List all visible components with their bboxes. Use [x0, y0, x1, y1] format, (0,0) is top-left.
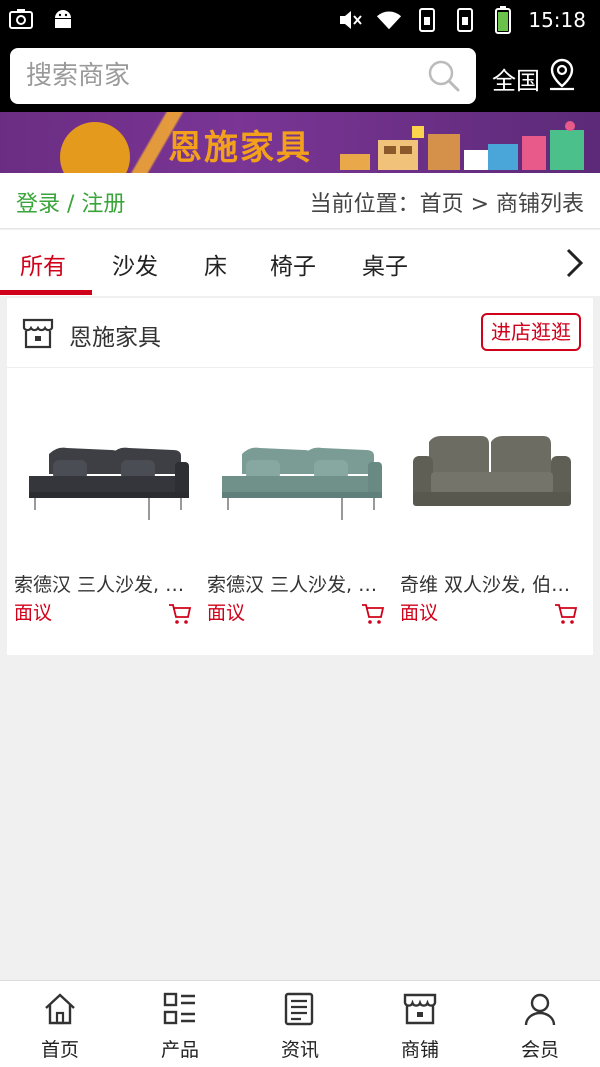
cart-icon[interactable]	[554, 603, 578, 625]
status-bar: 15:18	[0, 0, 600, 40]
search-box	[10, 48, 476, 104]
enter-store-button[interactable]: 进店逛逛	[481, 313, 581, 351]
login-link[interactable]: 登录	[16, 192, 60, 217]
user-icon	[522, 991, 558, 1027]
tab-bed[interactable]: 床	[204, 247, 227, 281]
news-icon	[282, 991, 318, 1027]
chevron-right-icon[interactable]	[562, 247, 586, 279]
product-title: 索德汉 三人沙发, …	[207, 574, 378, 596]
nav-stores-label: 商铺	[400, 1039, 439, 1061]
sim1-icon	[414, 7, 440, 33]
tab-sofa[interactable]: 沙发	[112, 247, 158, 281]
tab-all[interactable]: 所有	[20, 247, 66, 281]
product-image-sofa	[29, 447, 189, 520]
search-input[interactable]	[26, 58, 406, 94]
cart-icon[interactable]	[168, 603, 192, 625]
store-icon	[21, 316, 55, 350]
login-separator: /	[60, 192, 82, 217]
wifi-icon	[376, 7, 402, 33]
nav-news[interactable]: 资讯	[240, 991, 360, 1062]
product-list: 索德汉 三人沙发, … 面议 索德汉 三人沙发, … 面议 奇维 双人沙发, 伯…	[7, 370, 593, 655]
region-selector[interactable]: 全国	[492, 58, 578, 98]
furniture-illustration	[340, 121, 584, 170]
product-title: 索德汉 三人沙发, …	[14, 574, 185, 596]
screenshot-icon	[8, 6, 34, 32]
tab-chair[interactable]: 椅子	[270, 247, 316, 281]
product-item[interactable]: 索德汉 三人沙发, … 面议	[200, 370, 393, 655]
region-label: 全国	[492, 66, 540, 95]
active-tab-indicator	[0, 290, 92, 295]
product-item[interactable]: 奇维 双人沙发, 伯… 面议	[393, 370, 586, 655]
bottom-nav: 首页 产品 资讯 商铺 会员	[0, 980, 600, 1067]
info-row: 登录 / 注册 当前位置：首页 > 商铺列表	[0, 173, 600, 229]
battery-icon	[490, 6, 516, 34]
nav-home[interactable]: 首页	[0, 991, 120, 1062]
store-icon	[402, 991, 438, 1027]
store-name[interactable]: 恩施家具	[69, 318, 161, 352]
tab-table[interactable]: 桌子	[362, 247, 408, 281]
product-price: 面议	[207, 602, 246, 624]
nav-member[interactable]: 会员	[480, 991, 600, 1062]
nav-products-label: 产品	[160, 1039, 199, 1061]
product-price: 面议	[14, 602, 53, 624]
nav-products[interactable]: 产品	[120, 991, 240, 1062]
store-header: 恩施家具 进店逛逛	[7, 298, 593, 368]
login-register: 登录 / 注册	[16, 186, 125, 218]
category-tabs: 所有 沙发 床 椅子 桌子	[0, 230, 600, 296]
android-icon	[50, 6, 76, 32]
home-icon	[42, 991, 78, 1027]
nav-home-label: 首页	[40, 1039, 79, 1061]
product-image-sofa	[413, 436, 571, 506]
banner-brand-text: 恩施家具	[168, 128, 312, 168]
sim2-icon	[452, 7, 478, 33]
mute-icon	[338, 7, 364, 33]
product-item[interactable]: 索德汉 三人沙发, … 面议	[7, 370, 200, 655]
nav-stores[interactable]: 商铺	[360, 991, 480, 1062]
nav-member-label: 会员	[520, 1039, 559, 1061]
breadcrumb: 当前位置：首页 > 商铺列表	[309, 192, 584, 217]
nav-news-label: 资讯	[280, 1039, 319, 1061]
product-image-sofa	[222, 447, 382, 520]
cart-icon[interactable]	[361, 603, 385, 625]
register-link[interactable]: 注册	[81, 192, 125, 217]
product-title: 奇维 双人沙发, 伯…	[400, 574, 571, 596]
location-pin-icon	[546, 58, 578, 98]
grid-list-icon	[162, 991, 198, 1027]
search-icon[interactable]	[426, 58, 462, 94]
header: 全国	[0, 40, 600, 112]
status-time: 15:18	[528, 8, 586, 32]
product-price: 面议	[400, 602, 439, 624]
store-card: 恩施家具 进店逛逛 索德汉 三人沙发, … 面议 索德汉 三人沙发, … 面议 …	[7, 298, 593, 655]
promo-banner[interactable]: 恩施家具	[0, 112, 600, 173]
